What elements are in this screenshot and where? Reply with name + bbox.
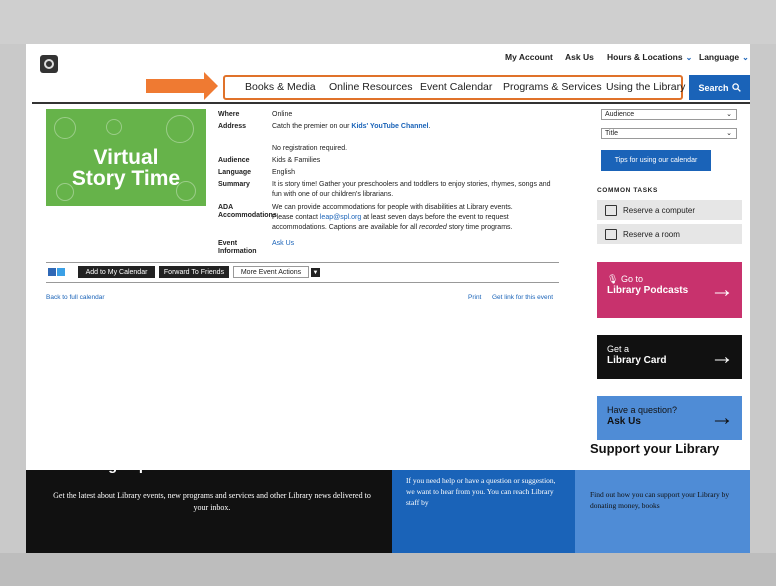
- summary-value: It is story time! Gather your preschoole…: [272, 181, 551, 198]
- reserve-room-label: Reserve a room: [623, 229, 680, 239]
- search-label: Search: [698, 82, 729, 93]
- address-prefix: Catch the premier on our: [272, 123, 350, 130]
- ada-label: ADA Accommodations: [218, 204, 277, 219]
- arrow-right-icon: →: [710, 343, 734, 370]
- newsletter-text: Get the latest about Library events, new…: [53, 491, 371, 512]
- hero-title: Virtual Story Time: [71, 146, 181, 190]
- event-info-label: Event Information: [218, 240, 257, 255]
- search-icon: [731, 83, 741, 92]
- room-icon: [605, 228, 617, 240]
- audience-value: Kids & Families: [272, 157, 321, 164]
- browser-page: My Account Ask Us Hours & Locations ⌄ Lan…: [26, 44, 750, 553]
- ada-line3-suffix: story time programs.: [448, 224, 513, 231]
- chevron-down-icon: ⌄: [685, 53, 693, 62]
- address-value: Catch the premier on our Kids' YouTube C…: [272, 123, 431, 130]
- library-logo[interactable]: [40, 55, 58, 73]
- youtube-channel-link[interactable]: Kids' YouTube Channel: [351, 123, 428, 130]
- ada-line1: We can provide accommodations for people…: [272, 204, 513, 211]
- registration-note: No registration required.: [272, 145, 348, 152]
- language-label: Language: [218, 169, 252, 176]
- print-link[interactable]: Print: [468, 294, 481, 301]
- reserve-room-button[interactable]: Reserve a room: [597, 224, 742, 244]
- nav-event-calendar[interactable]: Event Calendar: [420, 81, 492, 93]
- audience-label: Audience: [218, 157, 250, 164]
- annotation-arrow: [146, 72, 218, 100]
- podcasts-promo[interactable]: 🎙 Go to Library Podcasts →: [597, 262, 742, 318]
- ask-us-title: Ask Us: [406, 441, 451, 456]
- nav-books-media[interactable]: Books & Media: [245, 81, 316, 93]
- ada-email-link[interactable]: leap@spl.org: [320, 214, 361, 221]
- arrow-right-icon: →: [710, 276, 734, 303]
- doodle-circle: [106, 119, 122, 135]
- ada-value: We can provide accommodations for people…: [272, 203, 562, 233]
- forward-to-friends-button[interactable]: Forward To Friends: [159, 266, 229, 278]
- actions-divider-top: [46, 262, 559, 263]
- address-label: Address: [218, 123, 247, 130]
- hours-locations-label: Hours & Locations: [607, 52, 683, 62]
- ada-line2-suffix: at least seven days before the event to …: [363, 214, 509, 221]
- twitter-icon[interactable]: [57, 268, 65, 276]
- language-label: Language: [699, 52, 740, 62]
- reserve-computer-label: Reserve a computer: [623, 205, 696, 215]
- doodle-circle: [54, 117, 76, 139]
- doodle-circle: [166, 115, 194, 143]
- support-section: [575, 470, 750, 553]
- actions-divider-bottom: [46, 282, 559, 283]
- event-info-ask-us-link[interactable]: Ask Us: [272, 239, 294, 249]
- nav-online-resources[interactable]: Online Resources: [329, 81, 412, 93]
- chevron-down-icon: ⌄: [726, 130, 732, 137]
- back-to-calendar-link[interactable]: Back to full calendar: [46, 294, 105, 301]
- title-select-value: Title: [605, 130, 618, 137]
- my-account-link[interactable]: My Account: [505, 52, 553, 62]
- facebook-icon[interactable]: [48, 268, 56, 276]
- audience-select[interactable]: Audience ⌄: [601, 109, 737, 120]
- nav-programs-services[interactable]: Programs & Services: [503, 81, 602, 93]
- search-button[interactable]: Search: [689, 75, 750, 100]
- chevron-down-icon: ⌄: [742, 53, 749, 62]
- ask-us-link[interactable]: Ask Us: [565, 52, 594, 62]
- common-tasks-title: COMMON TASKS: [597, 187, 658, 194]
- title-select[interactable]: Title ⌄: [601, 128, 737, 139]
- hours-locations-menu[interactable]: Hours & Locations ⌄: [607, 52, 692, 62]
- reserve-computer-button[interactable]: Reserve a computer: [597, 200, 742, 220]
- ada-line3-prefix: accommodations. Captions are available f…: [272, 224, 418, 231]
- podcasts-promo-kicker: Go to: [620, 274, 643, 284]
- add-to-calendar-button[interactable]: Add to My Calendar: [78, 266, 155, 278]
- ask-us-text: If you need help or have a question or s…: [406, 476, 556, 507]
- where-value: Online: [272, 111, 293, 118]
- summary-label: Summary: [218, 181, 250, 188]
- language-menu[interactable]: Language ⌄: [699, 52, 749, 62]
- get-event-link[interactable]: Get link for this event: [492, 294, 553, 301]
- ada-line3-em: recorded: [419, 224, 447, 231]
- support-text: Find out how you can support your Librar…: [590, 490, 730, 510]
- top-gray-band: [0, 0, 776, 44]
- calendar-tips-button[interactable]: Tips for using our calendar: [601, 150, 711, 171]
- language-value: English: [272, 169, 295, 176]
- bottom-gray-band-overlay: [0, 553, 776, 586]
- more-event-actions-button[interactable]: More Event Actions: [233, 266, 309, 278]
- library-card-promo[interactable]: Get a Library Card →: [597, 335, 742, 379]
- audience-select-value: Audience: [605, 111, 635, 118]
- ada-line2-prefix: Please contact: [272, 214, 318, 221]
- event-hero-image: Virtual Story Time: [46, 109, 206, 206]
- ask-us-promo[interactable]: Have a question? Ask Us →: [597, 396, 742, 440]
- support-title: Support your Library: [590, 441, 720, 456]
- where-label: Where: [218, 111, 240, 118]
- chevron-down-icon: ⌄: [726, 111, 732, 118]
- arrow-right-icon: →: [710, 404, 734, 431]
- share-icons[interactable]: [48, 268, 65, 276]
- nav-using-library[interactable]: Using the Library: [606, 81, 685, 93]
- microphone-icon: 🎙: [607, 274, 619, 284]
- more-actions-caret[interactable]: ▼: [311, 268, 320, 277]
- computer-icon: [605, 204, 617, 216]
- newsletter-title: Sign up for our email newsletters: [94, 458, 324, 474]
- nav-divider: [32, 102, 750, 104]
